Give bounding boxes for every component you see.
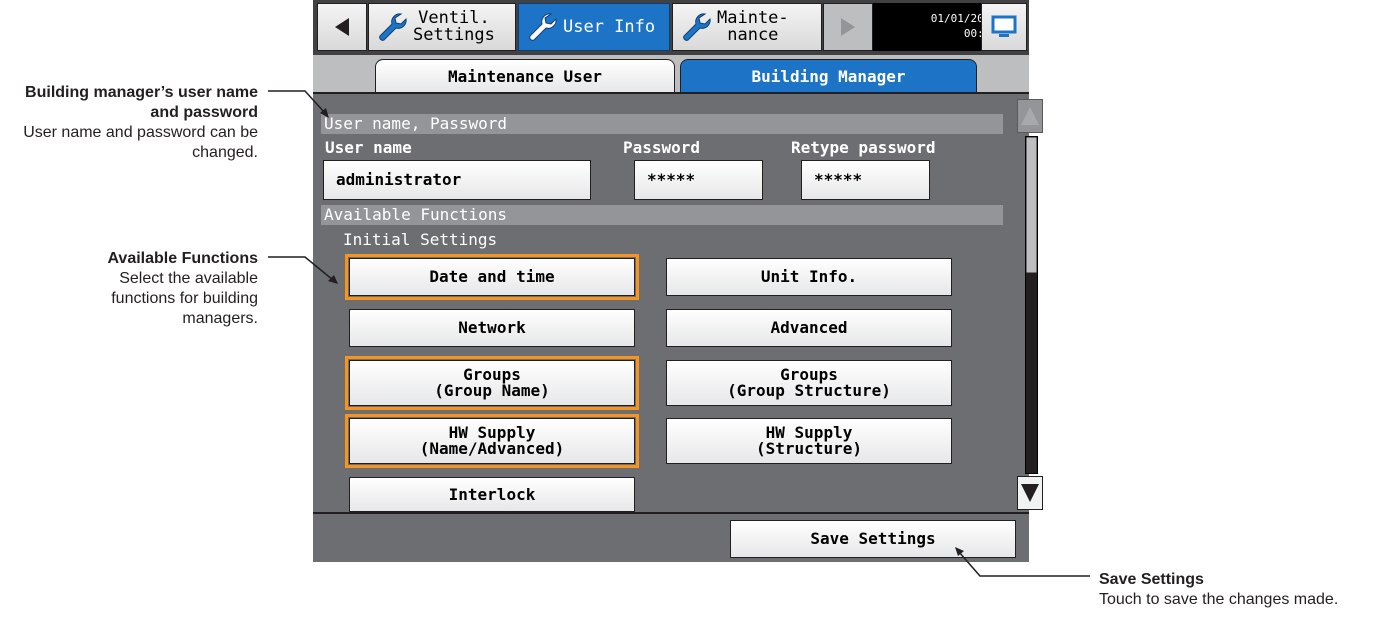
callout-lines <box>268 90 1090 577</box>
callout-line-available-functions <box>268 256 334 281</box>
callout-line-save-settings <box>958 551 1090 577</box>
arrowhead-icon <box>955 547 964 556</box>
callout-line-user-password <box>268 90 326 114</box>
